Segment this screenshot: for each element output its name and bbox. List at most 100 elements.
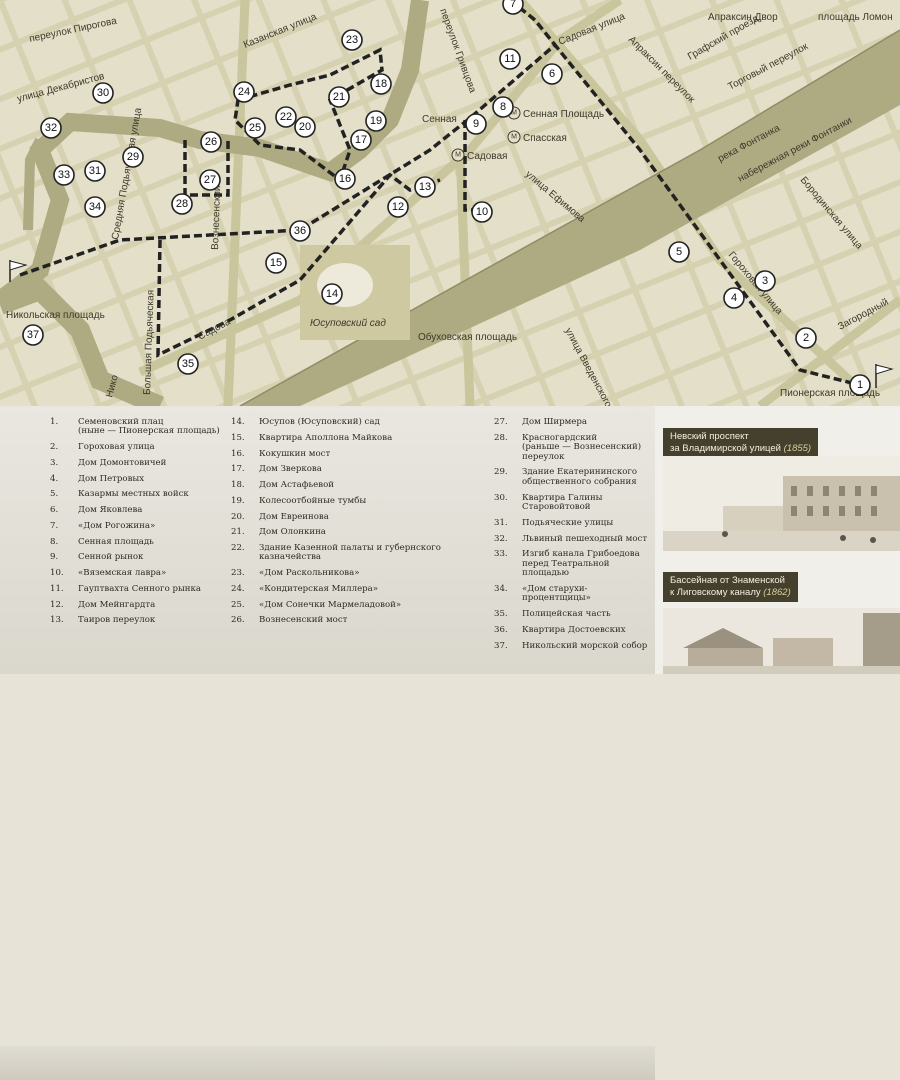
map-pin-35[interactable]: 35 (177, 353, 199, 375)
map-pin-19[interactable]: 19 (365, 110, 387, 132)
legend-item-20: 20. Дом Евреинова (231, 512, 466, 522)
map-pin-2[interactable]: 2 (795, 327, 817, 349)
legend-item-2: 2. Гороховая улица (50, 442, 225, 452)
photo-caption-basseynaya: Бассейная от Знаменской к Лиговскому кан… (663, 572, 798, 602)
legend-text: «Кондитерская Миллера» (259, 583, 379, 594)
svg-text:Садовая: Садовая (467, 151, 507, 162)
map-pin-26[interactable]: 26 (200, 131, 222, 153)
map-pin-9[interactable]: 9 (465, 113, 487, 135)
map-pin-14[interactable]: 14 (321, 283, 343, 305)
legend-item-10: 10. «Вяземская лавра» (50, 568, 225, 579)
photo-panel: Невский проспект за Владимирской улицей … (655, 406, 900, 674)
legend-number: 13. (50, 615, 64, 626)
map-pin-34[interactable]: 34 (84, 196, 106, 218)
legend-text: Квартира Достоевских (522, 624, 626, 635)
map-pin-20[interactable]: 20 (294, 116, 316, 138)
photo-nevsky[interactable]: Невский проспект за Владимирской улицей … (663, 416, 900, 556)
legend-text: Юсупов (Юсуповский) сад (259, 417, 380, 427)
legend-number: 6. (50, 505, 59, 516)
map-pin-36[interactable]: 36 (289, 220, 311, 242)
map-pin-7[interactable]: 7 (502, 0, 524, 15)
map-pin-6[interactable]: 6 (541, 63, 563, 85)
legend-text: Полицейская часть (522, 609, 611, 620)
svg-text:3: 3 (762, 275, 768, 287)
svg-text:Спасская: Спасская (523, 133, 567, 144)
label-nikolskaya: Никольская площадь (6, 310, 105, 321)
legend-text: «Дом Рогожина» (78, 520, 156, 531)
map-pin-13[interactable]: 13 (414, 176, 436, 198)
legend-item-8: 8. Сенная площадь (50, 536, 225, 547)
legend-item-30: 30. Квартира Галины Старовойтовой (494, 493, 654, 513)
legend-number: 35. (494, 609, 508, 620)
metro-spasskaya[interactable]: М Спасская (507, 130, 567, 144)
svg-text:7: 7 (510, 0, 516, 10)
svg-text:37: 37 (27, 329, 39, 341)
map-pin-32[interactable]: 32 (40, 117, 62, 139)
map-pin-30[interactable]: 30 (92, 82, 114, 104)
map-pin-24[interactable]: 24 (233, 81, 255, 103)
legend-text: Квартира Аполлона Майкова (259, 432, 393, 443)
legend-number: 32. (494, 533, 508, 544)
map-pin-27[interactable]: 27 (199, 169, 221, 191)
legend-text: Здание Казенной палаты и губернского каз… (259, 543, 441, 563)
legend-text: «Дом старухи-процентщицы» (522, 583, 591, 604)
legend-text: Львиный пешеходный мост (522, 533, 648, 544)
map-pin-21[interactable]: 21 (328, 86, 350, 108)
map-pin-15[interactable]: 15 (265, 252, 287, 274)
legend-number: 3. (50, 457, 59, 468)
map-pin-31[interactable]: 31 (84, 160, 106, 182)
svg-text:22: 22 (280, 111, 292, 123)
svg-text:2: 2 (803, 332, 809, 344)
legend-text: Кокушкин мост (259, 448, 331, 459)
legend-text: Гауптвахта Сенного рынка (78, 583, 202, 594)
map-pin-28[interactable]: 28 (171, 193, 193, 215)
photo-basseynaya[interactable]: Бассейная от Знаменской к Лиговскому кан… (663, 566, 900, 674)
metro-sadovaya[interactable]: М Садовая (451, 148, 507, 162)
legend-text: Дом Астафьевой (259, 480, 335, 490)
map-pin-8[interactable]: 8 (492, 96, 514, 118)
svg-text:М: М (511, 134, 517, 141)
legend-column-2: 14. Юсупов (Юсуповский) сад 15. Квартира Ап… (231, 417, 466, 632)
map-pin-37[interactable]: 37 (22, 324, 44, 346)
legend-text: Никольский морской собор (522, 640, 648, 651)
legend-text: Дом Домонтовичей (78, 457, 167, 468)
map-pin-22[interactable]: 22 (275, 106, 297, 128)
map-pin-17[interactable]: 17 (350, 129, 372, 151)
map-pin-18[interactable]: 18 (370, 73, 392, 95)
legend-number: 9. (50, 552, 59, 563)
map-pin-33[interactable]: 33 (53, 164, 75, 186)
map-pin-12[interactable]: 12 (387, 196, 409, 218)
map-pin-5[interactable]: 5 (668, 241, 690, 263)
legend-item-33: 33. Изгиб канала Грибоедова перед Театрал… (494, 550, 654, 578)
legend-text: Сенная площадь (78, 536, 154, 547)
legend-number: 12. (50, 599, 64, 610)
label-sennaya-ploshchad-area: Сенная (422, 114, 457, 125)
label-ploshchad-lomonosova: площадь Ломон (818, 12, 893, 23)
svg-text:30: 30 (97, 87, 109, 99)
svg-text:12: 12 (392, 201, 404, 213)
legend-item-24: 24. «Кондитерская Миллера» (231, 583, 466, 594)
legend-number: 10. (50, 568, 64, 579)
legend-text: Семеновский плац (ныне — Пионерская площ… (78, 417, 220, 437)
map-pin-10[interactable]: 10 (471, 201, 493, 223)
svg-text:32: 32 (45, 122, 57, 134)
map-pin-1[interactable]: 1 (849, 374, 871, 396)
metro-sennaya[interactable]: М Сенная Площадь (507, 106, 604, 120)
map-pin-11[interactable]: 11 (499, 48, 521, 70)
map-pin-23[interactable]: 23 (341, 29, 363, 51)
map-pin-4[interactable]: 4 (723, 287, 745, 309)
decorative-strip (0, 1046, 655, 1080)
label-voznesensky: Вознесенский (210, 185, 223, 250)
legend-item-11: 11. Гауптвахта Сенного рынка (50, 583, 225, 594)
map[interactable]: Апраксин Двор площадь Ломон переулок Пир… (0, 0, 900, 406)
legend-number: 15. (231, 432, 245, 443)
map-pin-29[interactable]: 29 (122, 146, 144, 168)
map-pin-25[interactable]: 25 (244, 117, 266, 139)
legend-number: 24. (231, 583, 245, 594)
legend-number: 31. (494, 517, 508, 528)
map-pin-16[interactable]: 16 (334, 168, 356, 190)
legend-number: 22. (231, 543, 245, 553)
legend-text: Дом Мейнгардта (78, 599, 156, 610)
svg-text:1: 1 (857, 379, 863, 391)
map-pin-3[interactable]: 3 (754, 270, 776, 292)
